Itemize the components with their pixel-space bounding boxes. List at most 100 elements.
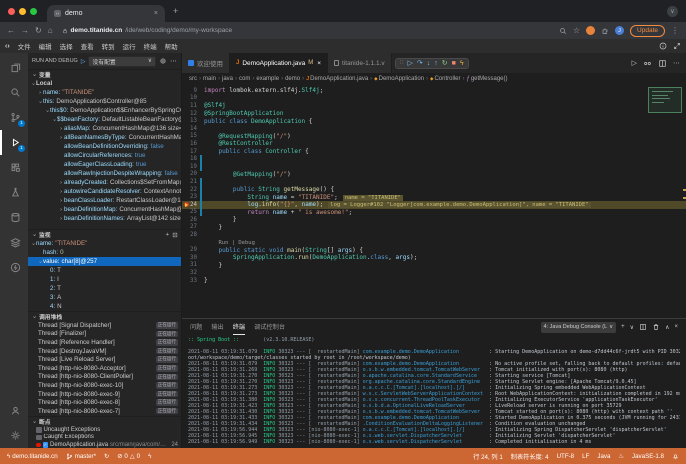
watch-row[interactable]: ›name:"TITANIDE" <box>28 239 181 248</box>
hot-code-replace-icon[interactable]: ϟ <box>460 60 464 67</box>
maximize-panel-chevron-icon[interactable]: ∧ <box>665 324 669 331</box>
breadcrumb-item[interactable]: ◆Controller <box>430 76 460 82</box>
watch-row[interactable]: 3:A <box>28 293 181 302</box>
window-controls[interactable] <box>8 0 37 22</box>
code-line[interactable]: 15 @RequestMapping("/") <box>182 133 686 141</box>
encoding-setting[interactable]: UTF-8 <box>557 453 575 460</box>
step-over-icon[interactable]: ↷ <box>417 60 423 67</box>
code-line[interactable]: 19 <box>182 163 686 171</box>
breakpoint-checkbox[interactable] <box>36 427 42 433</box>
sidebar-item-test[interactable] <box>0 180 28 205</box>
variables-section-header[interactable]: ›变量 <box>28 70 181 79</box>
extensions-puzzle-icon[interactable] <box>601 27 609 35</box>
breadcrumb-item[interactable]: ◆DemoApplication <box>374 76 424 82</box>
code-line[interactable]: 29 public static void main(String[] args… <box>182 246 686 254</box>
code-line[interactable]: 32 <box>182 269 686 277</box>
call-stack-section-header[interactable]: ›调用堆栈 <box>28 312 181 321</box>
zoom-icon[interactable] <box>559 27 567 35</box>
split-editor-icon[interactable] <box>658 59 667 68</box>
thread-row[interactable]: Thread [Signal Dispatcher]正在运行 <box>28 321 181 330</box>
info-icon[interactable] <box>659 42 667 50</box>
panel-tab[interactable]: 终端 <box>233 319 245 335</box>
breakpoint-current-line-icon[interactable] <box>184 202 189 207</box>
breadcrumb-item[interactable]: src <box>189 76 197 82</box>
thread-row[interactable]: Thread [http-nio-8080-exec-8]正在运行 <box>28 398 181 407</box>
sidebar-item-live[interactable] <box>0 255 28 280</box>
code-line[interactable]: 13public class DemoApplication { <box>182 117 686 125</box>
panel-tab[interactable]: 输出 <box>211 319 223 335</box>
sidebar-item-run-debug[interactable]: 1 <box>0 130 28 155</box>
maximize-panel-icon[interactable] <box>673 42 681 50</box>
breadcrumb-item[interactable]: com <box>239 76 250 82</box>
code-line[interactable]: 24 log.info("{}", name);log = Logger#102… <box>182 201 686 209</box>
code-line[interactable]: 30 SpringApplication.run(DemoApplication… <box>182 254 686 262</box>
new-tab-button[interactable]: + <box>173 0 178 22</box>
kill-terminal-trash-icon[interactable] <box>652 323 660 331</box>
restart-icon[interactable]: ↻ <box>442 60 448 67</box>
browser-menu-icon[interactable]: ⋮ <box>671 27 679 35</box>
variable-row[interactable]: allowEagerClassLoading:true <box>28 160 181 169</box>
thread-row[interactable]: Thread [Live Reload Server]正在运行 <box>28 355 181 364</box>
update-button[interactable]: Update <box>630 25 665 37</box>
variable-row[interactable]: allowBeanDefinitionOverriding:false <box>28 142 181 151</box>
breakpoint-row[interactable]: ✓DemoApplication.javasrc/main/java/com/e… <box>28 441 181 448</box>
breadcrumb-item[interactable]: main <box>203 76 216 82</box>
indent-setting[interactable]: 制表符长度: 4 <box>511 452 549 461</box>
code-line[interactable]: 23 String name = "TITANIDE";name = "TITA… <box>182 193 686 201</box>
editor-tab[interactable]: titanide-1.1.1.v <box>328 53 392 73</box>
code-line[interactable]: 12@SpringBootApplication <box>182 110 686 118</box>
minimize-window-icon[interactable] <box>19 8 26 15</box>
menu-item[interactable]: 查看 <box>77 41 98 51</box>
variable-row[interactable]: ›beanDefinitionNames:ArrayList@142 size=… <box>28 214 181 223</box>
cursor-position[interactable]: 行 24, 列 1 <box>473 452 503 461</box>
panel-tab[interactable]: 调试控制台 <box>254 319 285 335</box>
watch-section-header[interactable]: ›监视 + <box>28 230 181 239</box>
breadcrumb-item[interactable]: ƒgetMessage() <box>466 76 507 82</box>
watch-row[interactable]: 0:T <box>28 266 181 275</box>
menu-item[interactable]: 转到 <box>98 41 119 51</box>
watch-row[interactable]: 2:T <box>28 284 181 293</box>
variable-row[interactable]: ›$$beanFactory:DefaultListableBeanFactor… <box>28 115 181 124</box>
breakpoint-checkbox[interactable] <box>36 435 42 441</box>
variable-row[interactable]: ›name:"TITANIDE" <box>28 88 181 97</box>
menu-item[interactable]: 编辑 <box>35 41 56 51</box>
breakpoint-row[interactable]: Uncaught Exceptions <box>28 426 181 434</box>
variable-row[interactable]: allowCircularReferences:true <box>28 151 181 160</box>
tab-search-icon[interactable]: ∨ <box>667 6 678 17</box>
code-line[interactable]: 28 <box>182 231 686 239</box>
notifications-bell-icon[interactable] <box>672 453 679 460</box>
extension-avatar-icon[interactable] <box>586 26 595 35</box>
reload-button[interactable]: ↻ <box>35 27 42 35</box>
breadcrumb-item[interactable]: example <box>256 76 279 82</box>
remote-indicator[interactable]: ϟdemo.titanide.cn <box>7 453 58 460</box>
menu-item[interactable]: 终端 <box>140 41 161 51</box>
panel-tab[interactable]: 问题 <box>190 319 202 335</box>
sync-button[interactable]: ↻ <box>104 453 109 460</box>
code-line[interactable]: 31 } <box>182 262 686 270</box>
open-changes-icon[interactable] <box>643 59 652 68</box>
java-status-icon[interactable]: ♨ <box>618 453 624 460</box>
code-line[interactable]: 14 <box>182 125 686 133</box>
menu-item[interactable]: 选择 <box>56 41 77 51</box>
sidebar-more-icon[interactable]: ⋯ <box>170 57 177 65</box>
variable-row[interactable]: ›autowireCandidateResolver:ContextAnnota… <box>28 187 181 196</box>
thread-row[interactable]: Thread [http-nio-8080-Acceptor]正在运行 <box>28 364 181 373</box>
close-window-icon[interactable] <box>8 8 15 15</box>
variable-row[interactable]: ›this$0:DemoApplication$$EnhancerBySprin… <box>28 106 181 115</box>
problems-item[interactable]: ⊘0△0 <box>117 453 140 460</box>
menu-item[interactable]: 文件 <box>14 41 35 51</box>
menu-item[interactable]: 运行 <box>119 41 140 51</box>
code-line[interactable]: 16 @RestController <box>182 140 686 148</box>
code-line[interactable]: 26 } <box>182 216 686 224</box>
variable-row[interactable]: ›Local <box>28 79 181 88</box>
breakpoints-section-header[interactable]: ›断点 <box>28 417 181 426</box>
code-line[interactable]: 9import lombok.extern.slf4j.Slf4j; <box>182 87 686 95</box>
variable-row[interactable]: ›aliasMap:ConcurrentHashMap@136 size=1 <box>28 124 181 133</box>
variable-row[interactable]: ›allBeanNamesByType:ConcurrentHashMap@13… <box>28 133 181 142</box>
step-out-icon[interactable]: ↑ <box>434 60 438 67</box>
variable-row[interactable]: ›beanDefinitionMap:ConcurrentHashMap@141… <box>28 205 181 214</box>
editor-tab[interactable]: JDemoApplication.javaM× <box>230 53 328 73</box>
variable-row[interactable]: ›beanClassLoader:RestartClassLoader@140 <box>28 196 181 205</box>
sidebar-item-extensions[interactable] <box>0 155 28 180</box>
debug-config-dropdown[interactable]: 没有配置∨ <box>88 56 156 67</box>
